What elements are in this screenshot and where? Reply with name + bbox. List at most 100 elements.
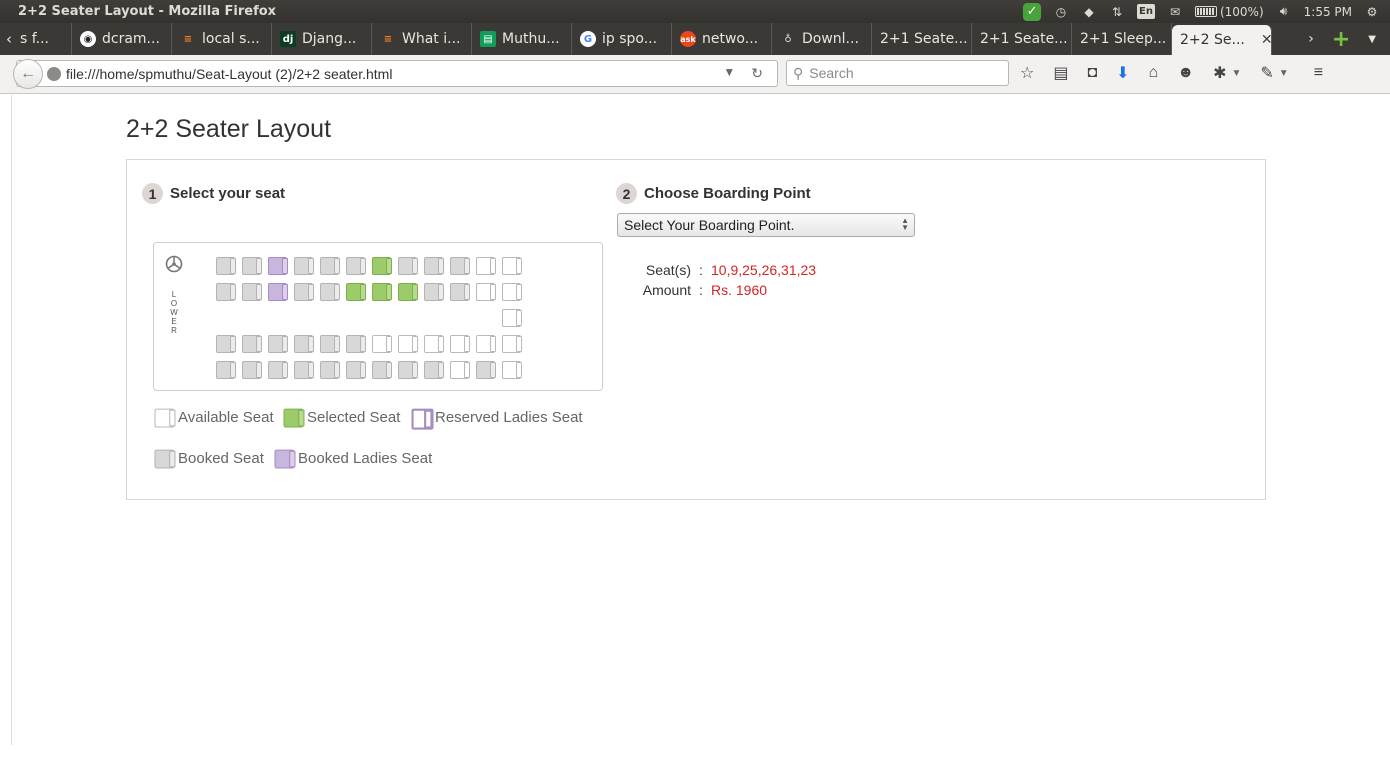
seat-booked bbox=[424, 282, 444, 301]
browser-tab[interactable]: ◉ dcram... bbox=[72, 23, 172, 55]
seat-booked bbox=[294, 282, 314, 301]
seat-available[interactable] bbox=[476, 334, 496, 353]
url-bar-controls: ▼ ↻ bbox=[723, 65, 777, 82]
seat-booked bbox=[294, 334, 314, 353]
seat-available[interactable] bbox=[502, 308, 522, 327]
network-transfer-icon[interactable]: ⇅ bbox=[1109, 3, 1125, 21]
clock-icon[interactable]: ◷ bbox=[1053, 3, 1069, 21]
dropbox-icon[interactable]: ◆ bbox=[1081, 3, 1097, 21]
seat-available[interactable] bbox=[502, 334, 522, 353]
browser-tab[interactable]: ▤ Muthu... bbox=[472, 23, 572, 55]
extension-dropdown-icon[interactable]: ▼ bbox=[1231, 68, 1241, 79]
seat-available[interactable] bbox=[450, 360, 470, 379]
browser-tab[interactable]: s f... bbox=[18, 23, 72, 55]
tab-list-dropdown-icon[interactable]: ▼ bbox=[1368, 34, 1376, 45]
site-identity-icon[interactable] bbox=[47, 66, 61, 81]
new-tab-button[interactable]: + bbox=[1332, 27, 1350, 52]
browser-tab[interactable]: 2+1 Seate... bbox=[872, 23, 972, 55]
boarding-point-select[interactable]: Select Your Boarding Point. ▲ ▼ bbox=[617, 213, 915, 237]
seat-row bbox=[216, 360, 522, 379]
step-heading: Select your seat bbox=[170, 185, 286, 202]
browser-tab[interactable]: ask netwo... bbox=[672, 23, 772, 55]
volume-icon[interactable]: 🔊︎ bbox=[1276, 3, 1292, 21]
developer-tools-icon[interactable]: ✎ bbox=[1260, 63, 1273, 83]
reading-list-icon[interactable]: ▤ bbox=[1053, 63, 1068, 83]
settings-gear-icon[interactable]: ⚙ bbox=[1364, 3, 1380, 21]
seat-selected[interactable] bbox=[346, 282, 366, 301]
back-button[interactable]: ← bbox=[13, 58, 43, 89]
seat-booked bbox=[372, 360, 392, 379]
browser-tab[interactable]: ♁ Downl... bbox=[772, 23, 872, 55]
seat-available[interactable] bbox=[502, 360, 522, 379]
keyboard-layout-indicator[interactable]: En bbox=[1137, 4, 1155, 19]
seat-booked bbox=[242, 360, 262, 379]
history-dropdown-icon[interactable]: ▼ bbox=[723, 65, 735, 82]
tab-strip-controls: › + ▼ bbox=[1308, 23, 1390, 55]
seat-ladies-booked bbox=[268, 256, 288, 275]
browser-tab[interactable]: 2+1 Seate... bbox=[972, 23, 1072, 55]
seat-booked bbox=[216, 360, 236, 379]
seat-booked bbox=[268, 360, 288, 379]
browser-tab[interactable]: ≡ What i... bbox=[372, 23, 472, 55]
reserved-ladies-seat-swatch bbox=[411, 408, 434, 430]
mail-icon[interactable]: ✉ bbox=[1167, 3, 1183, 21]
chat-icon[interactable]: ☻ bbox=[1177, 64, 1194, 82]
deck-letter: L bbox=[171, 290, 177, 299]
seat-row bbox=[216, 308, 522, 327]
tab-label: What i... bbox=[402, 31, 461, 47]
step-heading: Choose Boarding Point bbox=[644, 185, 811, 202]
navigation-toolbar: ← file:///home/spmuthu/Seat-Layout (2)/2… bbox=[0, 55, 1390, 94]
seats-colon: : bbox=[699, 262, 703, 278]
menu-hamburger-icon[interactable]: ≡ bbox=[1314, 64, 1323, 82]
tab-scroll-right-button[interactable]: › bbox=[1308, 31, 1314, 47]
clock-time[interactable]: 1:55 PM bbox=[1304, 3, 1352, 21]
pocket-icon[interactable]: ◘ bbox=[1087, 64, 1097, 82]
seat-row bbox=[216, 256, 522, 275]
extension-icon[interactable]: ✱ bbox=[1213, 63, 1226, 83]
step-boarding-point: 2 Choose Boarding Point bbox=[616, 183, 811, 204]
reload-icon[interactable]: ↻ bbox=[751, 65, 763, 82]
browser-tab-active[interactable]: 2+2 Se... ✕ bbox=[1172, 25, 1272, 55]
battery-indicator[interactable]: (100%) bbox=[1194, 3, 1264, 21]
legend-label: Booked Seat bbox=[178, 449, 264, 467]
home-icon[interactable]: ⌂ bbox=[1149, 64, 1159, 82]
developer-dropdown-icon[interactable]: ▼ bbox=[1279, 68, 1289, 79]
search-field[interactable]: ⚲ Search bbox=[786, 60, 1009, 86]
system-tray: ✓ ◷ ◆ ⇅ En ✉ (100%) 🔊︎ 1:55 PM ⚙ bbox=[1023, 2, 1390, 21]
tab-label: 2+1 Seate... bbox=[980, 31, 1068, 47]
tab-label: Djang... bbox=[302, 31, 357, 47]
seat-selected[interactable] bbox=[372, 282, 392, 301]
legend-label: Booked Ladies Seat bbox=[298, 449, 433, 467]
deck-letter: W bbox=[170, 308, 178, 317]
downloads-icon[interactable]: ⬇ bbox=[1116, 63, 1129, 83]
update-check-icon[interactable]: ✓ bbox=[1023, 2, 1042, 21]
seat-available[interactable] bbox=[476, 256, 496, 275]
seat-row bbox=[216, 282, 522, 301]
step-number-badge: 2 bbox=[616, 183, 637, 204]
browser-tab[interactable]: 2+1 Sleep... bbox=[1072, 23, 1172, 55]
tab-label: 2+1 Sleep... bbox=[1080, 31, 1167, 47]
seat-available[interactable] bbox=[476, 282, 496, 301]
seat-available[interactable] bbox=[372, 334, 392, 353]
browser-tab[interactable]: ≡ local s... bbox=[172, 23, 272, 55]
booking-summary: Seat(s) : 10,9,25,26,31,23 Amount : Rs. … bbox=[623, 260, 816, 300]
seat-available[interactable] bbox=[398, 334, 418, 353]
seat-booked bbox=[242, 334, 262, 353]
bus-seat-layout: L O W E R bbox=[153, 242, 603, 391]
seat-available[interactable] bbox=[502, 282, 522, 301]
tab-scroll-left-button[interactable]: ‹ bbox=[0, 23, 18, 55]
seat-selected[interactable] bbox=[372, 256, 392, 275]
seat-available[interactable] bbox=[450, 334, 470, 353]
url-text[interactable]: file:///home/spmuthu/Seat-Layout (2)/2+2… bbox=[66, 66, 723, 82]
bookmark-star-icon[interactable]: ☆ bbox=[1020, 63, 1034, 83]
step-select-seat: 1 Select your seat bbox=[142, 183, 285, 204]
seat-selected[interactable] bbox=[398, 282, 418, 301]
browser-tab[interactable]: Gip spo... bbox=[572, 23, 672, 55]
browser-tab[interactable]: dj Djang... bbox=[272, 23, 372, 55]
seat-available[interactable] bbox=[502, 256, 522, 275]
close-tab-icon[interactable]: ✕ bbox=[1261, 32, 1271, 48]
steering-wheel-icon bbox=[165, 255, 183, 273]
tab-label: Downl... bbox=[802, 31, 859, 47]
seat-available[interactable] bbox=[424, 334, 444, 353]
url-bar[interactable]: ← file:///home/spmuthu/Seat-Layout (2)/2… bbox=[13, 58, 778, 89]
